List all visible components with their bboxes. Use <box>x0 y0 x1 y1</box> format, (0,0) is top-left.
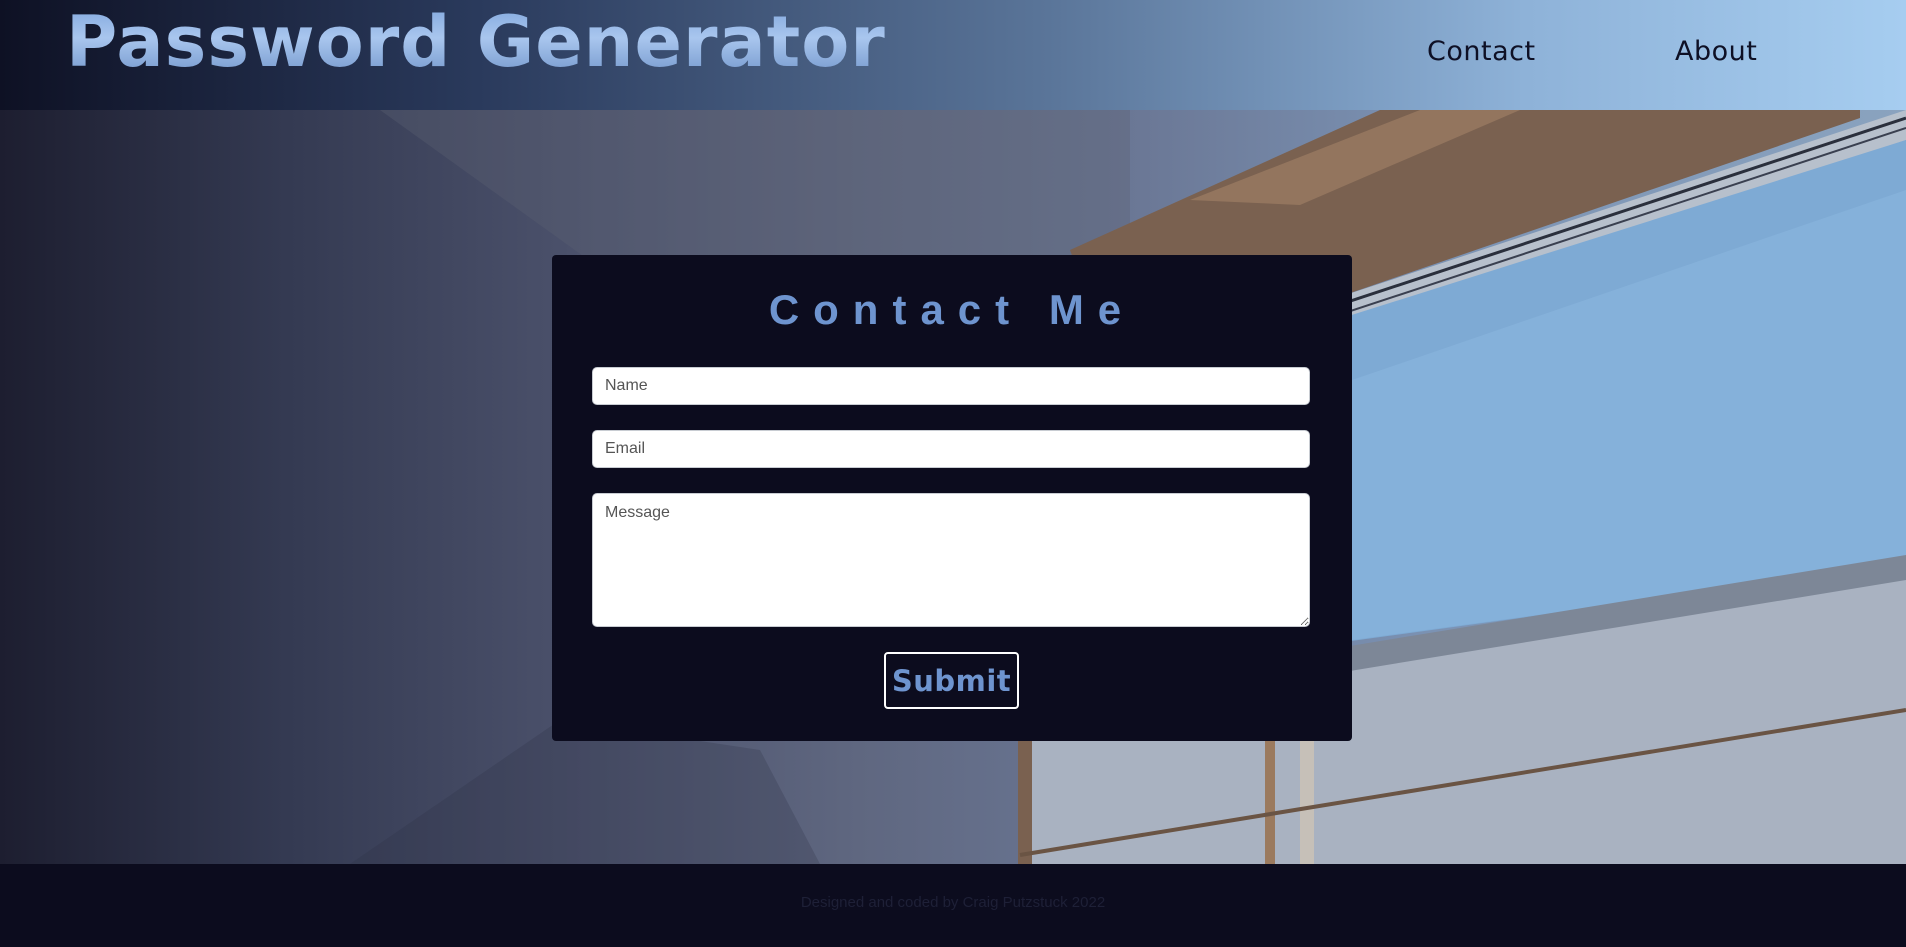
contact-title: Contact Me <box>768 286 1136 333</box>
nav-link-about[interactable]: About <box>1675 34 1757 70</box>
site-footer: Designed and coded by Craig Putzstuck 20… <box>0 864 1906 947</box>
brand-title[interactable]: Password Generator <box>66 2 886 82</box>
footer-credit: Designed and coded by Craig Putzstuck 20… <box>800 894 1106 911</box>
site-header: Password Generator Contact About <box>0 0 1906 110</box>
submit-button[interactable]: Submit <box>884 652 1019 709</box>
name-input[interactable] <box>592 367 1310 405</box>
email-input[interactable] <box>592 430 1310 468</box>
message-textarea[interactable] <box>592 493 1310 627</box>
contact-card: Contact Me Submit <box>552 255 1352 741</box>
nav-link-contact[interactable]: Contact <box>1427 34 1536 70</box>
